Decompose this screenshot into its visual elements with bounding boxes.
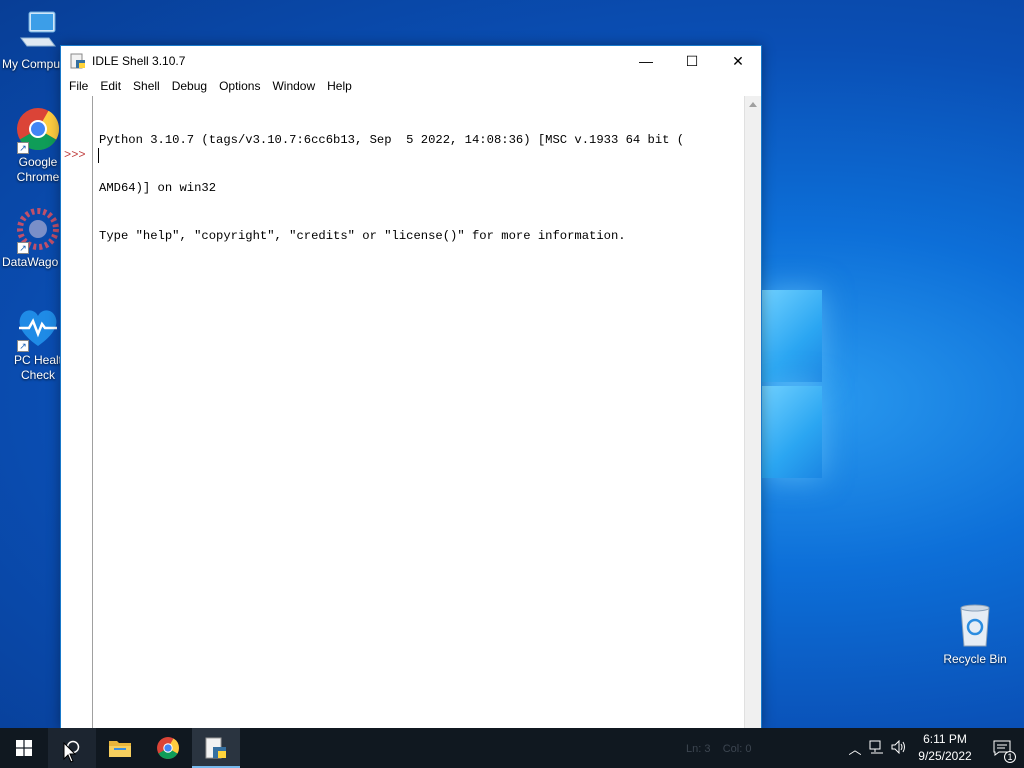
shell-area[interactable]: >>> Python 3.10.7 (tags/v3.10.7:6cc6b13,… [61, 96, 761, 728]
menu-shell[interactable]: Shell [127, 79, 166, 93]
window-title: IDLE Shell 3.10.7 [92, 54, 186, 68]
menu-debug[interactable]: Debug [166, 79, 213, 93]
shell-line: Type "help", "copyright", "credits" or "… [99, 229, 626, 243]
chevron-up-icon[interactable]: ︿ [844, 739, 866, 758]
computer-icon [15, 8, 61, 54]
maximize-button[interactable]: ☐ [669, 46, 715, 76]
vertical-scrollbar[interactable] [744, 96, 761, 728]
text-caret [98, 148, 99, 163]
menu-options[interactable]: Options [213, 79, 266, 93]
start-button[interactable] [0, 728, 48, 768]
recycle-bin-label: Recycle Bin [943, 652, 1007, 666]
chrome-taskbar-button[interactable] [144, 728, 192, 768]
idle-taskbar-button[interactable] [192, 728, 240, 768]
notification-count-badge: 1 [1004, 751, 1016, 763]
windows-start-icon [16, 740, 32, 756]
close-button[interactable]: ✕ [715, 46, 761, 76]
desktop-icon-recycle-bin[interactable]: Recycle Bin [940, 602, 1010, 666]
mouse-cursor-icon [63, 742, 77, 763]
system-tray: ︿ 6:11 PM 9/25/2022 1 [844, 728, 1024, 768]
menu-help[interactable]: Help [321, 79, 358, 93]
file-explorer-button[interactable] [96, 728, 144, 768]
chrome-icon [157, 737, 179, 759]
action-center-button[interactable]: 1 [980, 728, 1024, 768]
network-icon[interactable] [866, 740, 888, 757]
minimize-button[interactable]: — [623, 46, 669, 76]
shell-prompt: >>> [64, 148, 86, 162]
status-col: Col: 0 [722, 743, 752, 755]
status-bar-text: Ln: 3 Col: 0 [686, 743, 751, 755]
shell-output[interactable]: Python 3.10.7 (tags/v3.10.7:6cc6b13, Sep… [99, 100, 741, 276]
menu-bar: File Edit Shell Debug Options Window Hel… [61, 76, 761, 96]
windows-logo-wallpaper [762, 290, 822, 480]
clock-time: 6:11 PM [923, 732, 967, 746]
shell-line: Python 3.10.7 (tags/v3.10.7:6cc6b13, Sep… [99, 133, 685, 147]
idle-shell-window[interactable]: IDLE Shell 3.10.7 — ☐ ✕ File Edit Shell … [60, 45, 762, 729]
menu-edit[interactable]: Edit [94, 79, 127, 93]
python-idle-icon [70, 53, 86, 69]
clock-date: 9/25/2022 [918, 749, 972, 763]
menu-window[interactable]: Window [266, 79, 321, 93]
shell-line: AMD64)] on win32 [99, 181, 217, 195]
status-line: Ln: 3 [686, 743, 711, 755]
taskbar-clock[interactable]: 6:11 PM 9/25/2022 [910, 731, 980, 765]
recycle-bin-icon [952, 602, 998, 648]
heart-pulse-icon: ↗ [15, 304, 61, 352]
python-idle-icon [205, 737, 226, 759]
folder-icon [109, 741, 131, 757]
chrome-icon: ↗ [15, 106, 61, 154]
scroll-up-icon[interactable] [749, 102, 757, 107]
datawagon-icon: ↗ [15, 206, 61, 254]
prompt-gutter: >>> [61, 96, 93, 728]
volume-icon[interactable] [888, 739, 910, 757]
menu-file[interactable]: File [63, 79, 94, 93]
window-titlebar[interactable]: IDLE Shell 3.10.7 — ☐ ✕ [61, 46, 761, 76]
